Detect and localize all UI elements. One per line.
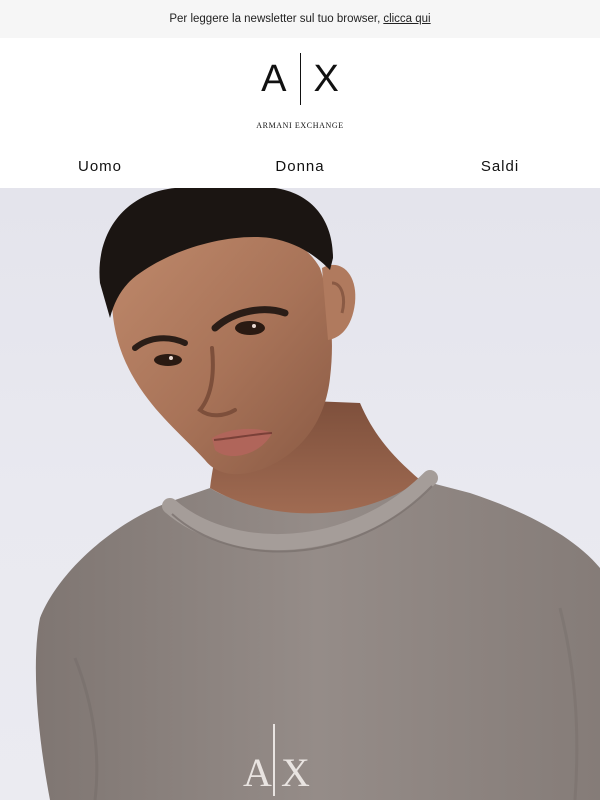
shirt-logo-a: A xyxy=(243,750,272,795)
view-in-browser-link[interactable]: clicca qui xyxy=(383,13,430,25)
ax-logo[interactable]: A X xyxy=(261,52,339,106)
logo-divider xyxy=(299,53,301,105)
nav-item-uomo[interactable]: Uomo xyxy=(0,158,200,175)
shirt-shape xyxy=(35,480,600,800)
hero-illustration: A X xyxy=(35,188,600,800)
brand-wordmark: ARMANI EXCHANGE xyxy=(256,121,344,130)
newsletter-browser-text: Per leggere la newsletter sul tuo browse… xyxy=(169,13,381,25)
newsletter-browser-bar: Per leggere la newsletter sul tuo browse… xyxy=(0,0,600,38)
hero-image[interactable]: A X xyxy=(0,188,600,800)
logo-letter-a: A xyxy=(261,57,287,100)
brand-header: A X ARMANI EXCHANGE xyxy=(0,38,600,144)
logo-letter-x: X xyxy=(313,57,339,100)
shirt-logo-x: X xyxy=(281,750,310,795)
nav-item-donna[interactable]: Donna xyxy=(200,158,400,175)
nav-item-saldi[interactable]: Saldi xyxy=(400,158,600,175)
main-nav: Uomo Donna Saldi xyxy=(0,144,600,188)
